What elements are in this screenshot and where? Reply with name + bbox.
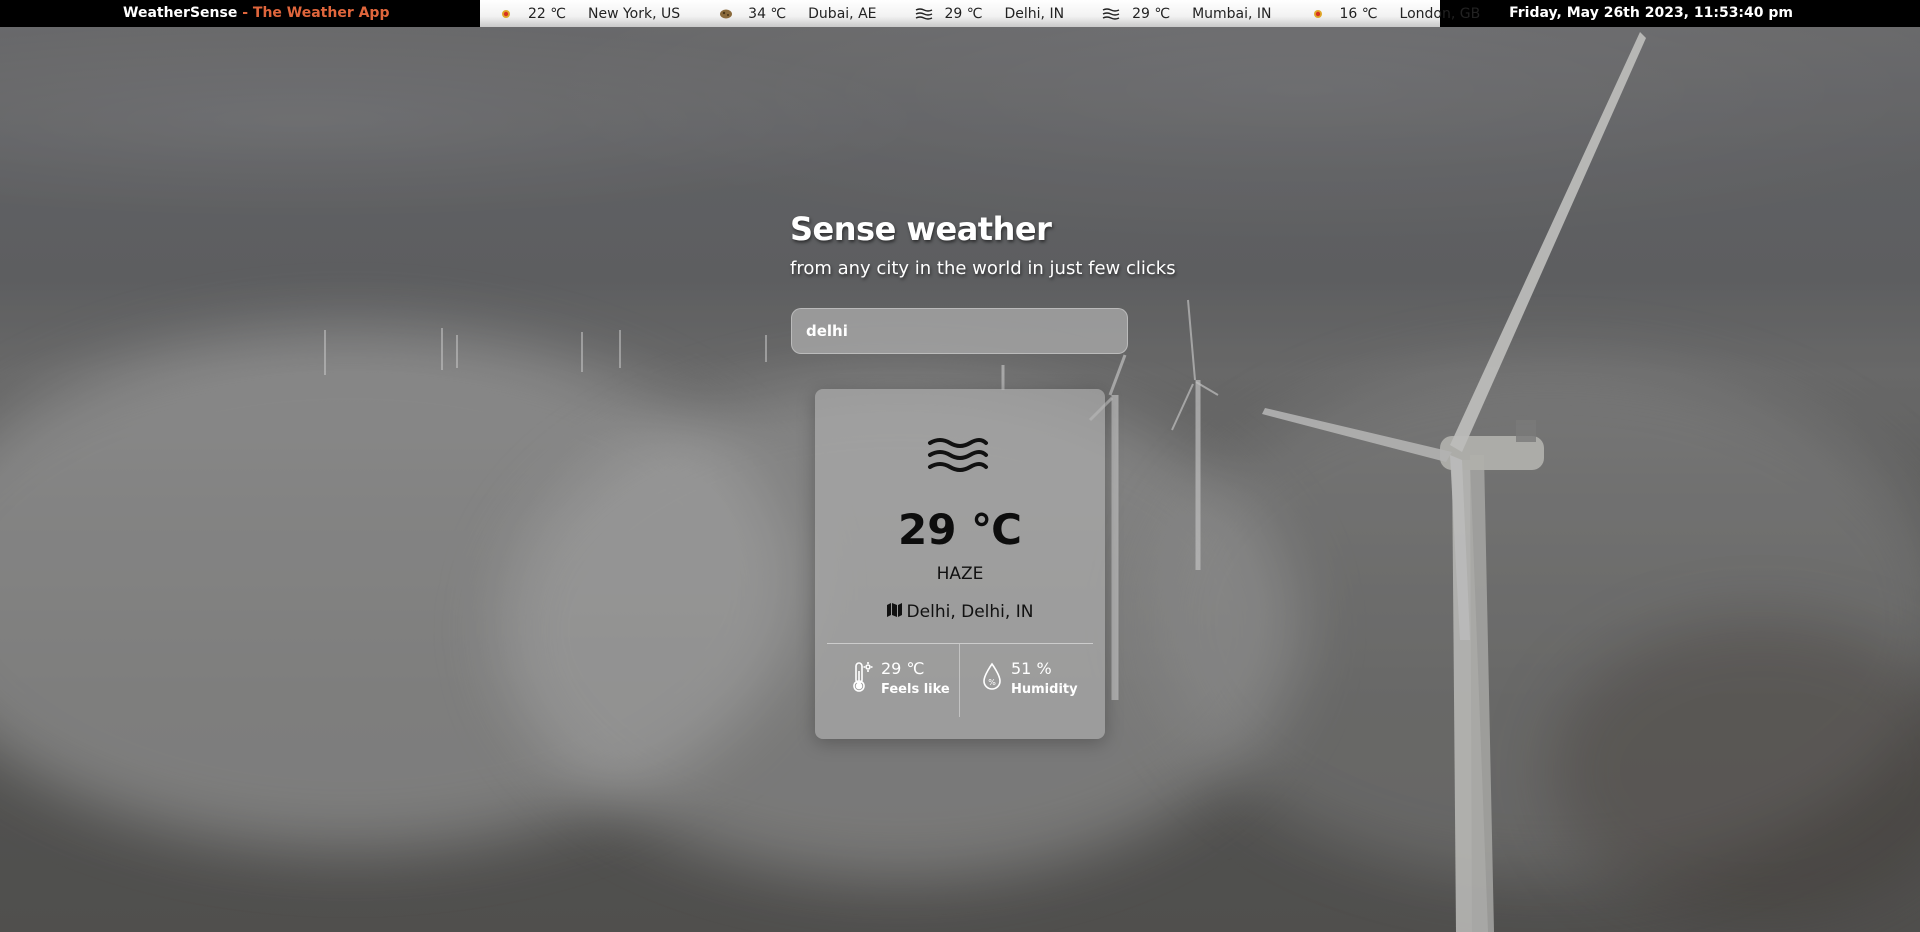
humidity-stat: % 51 % Humidity	[981, 659, 1078, 701]
feels-like-value: 29 ℃	[881, 659, 925, 678]
ticker-temp: 29 ℃	[1132, 5, 1171, 22]
dust-icon	[718, 7, 736, 21]
map-icon	[886, 602, 902, 622]
brand-tagline: The Weather App	[252, 5, 390, 21]
haze-icon	[927, 435, 989, 479]
weather-condition: HAZE	[936, 564, 984, 584]
haze-icon	[1102, 7, 1120, 21]
stat-divider	[959, 644, 960, 717]
ticker-item-london[interactable]: 16 ℃ London, GB	[1310, 5, 1481, 22]
humidity-drop-icon: %	[981, 661, 1003, 697]
weather-card: 29 ℃ HAZE Delhi, Delhi, IN 29 ℃ Feels li…	[815, 389, 1105, 739]
svg-text:%: %	[988, 678, 996, 687]
haze-icon	[915, 7, 933, 21]
brand-separator: -	[237, 5, 253, 21]
top-bar: WeatherSense - The Weather App 22 ℃ New …	[0, 0, 1920, 27]
ticker-city: Delhi, IN	[1004, 5, 1065, 22]
hero-title: Sense weather	[790, 210, 1052, 248]
ticker-temp: 34 ℃	[748, 5, 787, 22]
brand-name: WeatherSense	[123, 5, 238, 21]
current-datetime: Friday, May 26th 2023, 11:53:40 pm	[1509, 5, 1793, 21]
sun-icon	[1310, 7, 1328, 21]
hero-subtitle: from any city in the world in just few c…	[790, 258, 1176, 279]
ticker-city: Dubai, AE	[808, 5, 877, 22]
city-search[interactable]	[791, 308, 1128, 354]
ticker-temp: 22 ℃	[528, 5, 566, 22]
city-weather-ticker: 22 ℃ New York, US 34 ℃ Dubai, AE 29 ℃ De…	[480, 0, 1480, 27]
ticker-item-new-york[interactable]: 22 ℃ New York, US	[498, 6, 680, 22]
brand[interactable]: WeatherSense - The Weather App	[123, 5, 389, 21]
thermometer-icon	[851, 661, 873, 697]
hero: Sense weather from any city in the world…	[790, 210, 1176, 279]
card-divider	[827, 643, 1093, 644]
location-label: Delhi, Delhi, IN	[906, 602, 1034, 622]
ticker-item-mumbai[interactable]: 29 ℃ Mumbai, IN	[1102, 5, 1272, 22]
ticker-city: New York, US	[588, 5, 681, 22]
location: Delhi, Delhi, IN	[815, 602, 1105, 622]
city-search-input[interactable]	[792, 309, 1127, 353]
feels-like-stat: 29 ℃ Feels like	[851, 659, 950, 701]
ticker-item-dubai[interactable]: 34 ℃ Dubai, AE	[718, 5, 877, 22]
ticker-temp: 16 ℃	[1339, 5, 1378, 22]
ticker-item-delhi[interactable]: 29 ℃ Delhi, IN	[915, 5, 1065, 22]
sun-icon	[498, 7, 516, 21]
ticker-city: Mumbai, IN	[1192, 5, 1272, 22]
current-temperature: 29 ℃	[898, 505, 1022, 554]
humidity-label: Humidity	[1011, 682, 1078, 697]
ticker-city: London, GB	[1399, 5, 1481, 22]
humidity-value: 51 %	[1011, 659, 1052, 678]
ticker-temp: 29 ℃	[944, 5, 983, 22]
feels-like-label: Feels like	[881, 682, 950, 697]
